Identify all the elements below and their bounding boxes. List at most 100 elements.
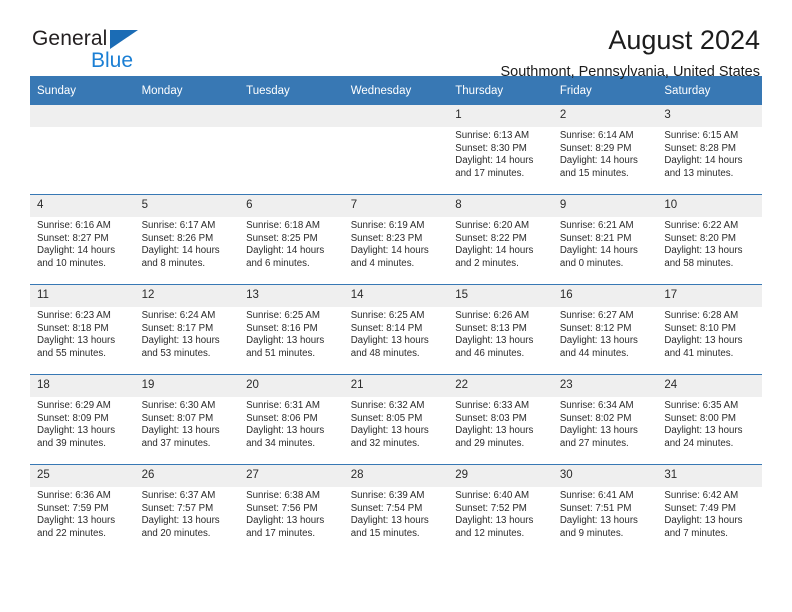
calendar-day-cell[interactable]: 1 Sunrise: 6:13 AM Sunset: 8:30 PM Daylight…: [448, 105, 553, 195]
calendar-day-cell[interactable]: 2 Sunrise: 6:14 AM Sunset: 8:29 PM Daylight…: [552, 105, 658, 195]
calendar-day-cell[interactable]: 16 Sunrise: 6:27 AM Sunset: 8:12 PM Dayligh…: [552, 284, 658, 375]
daylight-duration-line1: Daylight: 13 hours: [664, 425, 743, 437]
calendar-week-row: 11 Sunrise: 6:23 AM Sunset: 8:18 PM Dayligh…: [30, 284, 762, 375]
calendar-day-cell[interactable]: 3 Sunrise: 6:15 AM Sunset: 8:28 PM Daylight…: [657, 105, 762, 195]
calendar-day-cell[interactable]: 19 Sunrise: 6:30 AM Sunset: 8:07 PM Dayligh…: [134, 374, 240, 465]
day-sun-info: Sunrise: 6:34 AM Sunset: 8:02 PM Daylight:…: [553, 397, 658, 450]
sunset-time: Sunset: 8:07 PM: [141, 412, 214, 424]
calendar-day-cell[interactable]: 18 Sunrise: 6:29 AM Sunset: 8:09 PM Dayligh…: [30, 374, 135, 465]
sunrise-time: Sunrise: 6:38 AM: [246, 490, 320, 501]
day-sun-info: Sunrise: 6:16 AM Sunset: 8:27 PM Daylight:…: [30, 217, 135, 270]
sunset-time: Sunset: 8:05 PM: [350, 412, 423, 424]
calendar-day-cell[interactable]: 6 Sunrise: 6:18 AM Sunset: 8:25 PM Daylight…: [239, 194, 344, 285]
sunrise-time: Sunrise: 6:28 AM: [664, 310, 739, 321]
calendar-day-cell[interactable]: 8 Sunrise: 6:20 AM Sunset: 8:22 PM Daylight…: [448, 194, 553, 285]
calendar-day-cell[interactable]: 31 Sunrise: 6:42 AM Sunset: 7:49 PM Dayligh…: [657, 464, 762, 554]
day-number: 29: [448, 465, 553, 487]
sunrise-time: Sunrise: 6:20 AM: [455, 220, 530, 231]
calendar-day-cell[interactable]: 9 Sunrise: 6:21 AM Sunset: 8:21 PM Daylight…: [552, 194, 658, 285]
sunset-time: Sunset: 8:21 PM: [559, 232, 632, 244]
daylight-duration-line2: and 10 minutes.: [37, 257, 106, 269]
general-blue-logo[interactable]: General Blue: [32, 28, 182, 76]
daylight-duration-line1: Daylight: 14 hours: [559, 245, 638, 257]
daylight-duration-line1: Daylight: 13 hours: [455, 425, 534, 437]
day-sun-info: Sunrise: 6:13 AM Sunset: 8:30 PM Daylight:…: [448, 127, 553, 180]
calendar-day-cell[interactable]: 25 Sunrise: 6:36 AM Sunset: 7:59 PM Dayligh…: [30, 464, 135, 554]
calendar-day-cell[interactable]: 12 Sunrise: 6:24 AM Sunset: 8:17 PM Dayligh…: [134, 284, 240, 375]
day-number: 18: [30, 375, 135, 397]
sunrise-time: Sunrise: 6:36 AM: [37, 490, 111, 501]
calendar-day-cell[interactable]: 29 Sunrise: 6:40 AM Sunset: 7:52 PM Dayligh…: [448, 464, 553, 554]
logo-text-general: General: [32, 28, 182, 49]
day-number: 17: [657, 285, 762, 307]
day-sun-info: Sunrise: 6:24 AM Sunset: 8:17 PM Daylight:…: [135, 307, 240, 360]
calendar-day-cell[interactable]: 4 Sunrise: 6:16 AM Sunset: 8:27 PM Daylight…: [30, 194, 135, 285]
daylight-duration-line1: Daylight: 13 hours: [559, 335, 638, 347]
daylight-duration-line2: and 51 minutes.: [246, 347, 316, 359]
calendar-day-cell[interactable]: 14 Sunrise: 6:25 AM Sunset: 8:14 PM Dayligh…: [343, 284, 449, 375]
calendar-day-cell[interactable]: 17 Sunrise: 6:28 AM Sunset: 8:10 PM Dayligh…: [657, 284, 762, 375]
daylight-duration-line2: and 17 minutes.: [246, 527, 316, 539]
calendar-day-cell[interactable]: 22 Sunrise: 6:33 AM Sunset: 8:03 PM Dayligh…: [448, 374, 553, 465]
calendar-day-cell[interactable]: 20 Sunrise: 6:31 AM Sunset: 8:06 PM Dayligh…: [239, 374, 344, 465]
day-sun-info: Sunrise: 6:31 AM Sunset: 8:06 PM Daylight:…: [239, 397, 344, 450]
daylight-duration-line2: and 20 minutes.: [141, 527, 211, 539]
sunset-time: Sunset: 8:02 PM: [559, 412, 632, 424]
sunrise-time: Sunrise: 6:29 AM: [37, 400, 111, 411]
day-number: 7: [343, 195, 449, 217]
sunrise-time: Sunrise: 6:23 AM: [37, 310, 111, 321]
sunrise-time: Sunrise: 6:13 AM: [455, 130, 530, 141]
day-sun-info: Sunrise: 6:39 AM Sunset: 7:54 PM Daylight:…: [344, 487, 449, 540]
calendar-day-cell[interactable]: 11 Sunrise: 6:23 AM Sunset: 8:18 PM Dayligh…: [30, 284, 135, 375]
daylight-duration-line1: Daylight: 14 hours: [37, 245, 116, 257]
daylight-duration-line1: Daylight: 13 hours: [37, 425, 116, 437]
daylight-duration-line2: and 7 minutes.: [664, 527, 728, 539]
day-number: 26: [134, 465, 240, 487]
sunrise-time: Sunrise: 6:35 AM: [664, 400, 739, 411]
calendar-day-cell[interactable]: 21 Sunrise: 6:32 AM Sunset: 8:05 PM Dayligh…: [343, 374, 449, 465]
calendar-day-cell[interactable]: 24 Sunrise: 6:35 AM Sunset: 8:00 PM Dayligh…: [657, 374, 762, 465]
day-number: 24: [657, 375, 762, 397]
sunrise-time: Sunrise: 6:25 AM: [350, 310, 425, 321]
title-block: August 2024 Southmont, Pennsylvania, Uni…: [500, 24, 760, 82]
day-number: 21: [343, 375, 449, 397]
calendar-day-cell[interactable]: 15 Sunrise: 6:26 AM Sunset: 8:13 PM Dayligh…: [448, 284, 553, 375]
sunrise-time: Sunrise: 6:40 AM: [455, 490, 530, 501]
day-number: 28: [343, 465, 449, 487]
calendar-day-cell[interactable]: 10 Sunrise: 6:22 AM Sunset: 8:20 PM Dayligh…: [657, 194, 762, 285]
sunrise-time: Sunrise: 6:17 AM: [141, 220, 216, 231]
day-number: 27: [239, 465, 344, 487]
calendar-day-cell[interactable]: 30 Sunrise: 6:41 AM Sunset: 7:51 PM Dayligh…: [552, 464, 658, 554]
sunrise-time: Sunrise: 6:21 AM: [559, 220, 634, 231]
sunset-time: Sunset: 8:14 PM: [350, 322, 423, 334]
sunrise-time: Sunrise: 6:26 AM: [455, 310, 530, 321]
day-sun-info: Sunrise: 6:25 AM Sunset: 8:14 PM Daylight:…: [344, 307, 449, 360]
day-sun-info: Sunrise: 6:30 AM Sunset: 8:07 PM Daylight:…: [135, 397, 240, 450]
calendar-day-cell[interactable]: 5 Sunrise: 6:17 AM Sunset: 8:26 PM Daylight…: [134, 194, 240, 285]
day-number: 12: [134, 285, 240, 307]
daylight-duration-line1: Daylight: 13 hours: [455, 335, 534, 347]
calendar-day-cell[interactable]: 7 Sunrise: 6:19 AM Sunset: 8:23 PM Daylight…: [343, 194, 449, 285]
daylight-duration-line2: and 6 minutes.: [246, 257, 310, 269]
sunset-time: Sunset: 8:30 PM: [455, 142, 527, 154]
sunset-time: Sunset: 8:27 PM: [37, 232, 109, 244]
daylight-duration-line2: and 2 minutes.: [455, 257, 519, 269]
day-number: 5: [134, 195, 240, 217]
daylight-duration-line1: Daylight: 13 hours: [559, 515, 638, 527]
sunset-time: Sunset: 8:13 PM: [455, 322, 527, 334]
day-number: [134, 105, 240, 127]
day-number: 16: [552, 285, 658, 307]
daylight-duration-line2: and 37 minutes.: [141, 437, 211, 449]
calendar-day-cell[interactable]: 26 Sunrise: 6:37 AM Sunset: 7:57 PM Dayligh…: [134, 464, 240, 554]
day-sun-info: Sunrise: 6:35 AM Sunset: 8:00 PM Daylight:…: [657, 397, 762, 450]
day-number: 9: [552, 195, 658, 217]
calendar-day-cell[interactable]: 28 Sunrise: 6:39 AM Sunset: 7:54 PM Dayligh…: [343, 464, 449, 554]
calendar-day-cell[interactable]: 23 Sunrise: 6:34 AM Sunset: 8:02 PM Dayligh…: [552, 374, 658, 465]
calendar-day-cell[interactable]: 27 Sunrise: 6:38 AM Sunset: 7:56 PM Dayligh…: [239, 464, 344, 554]
daylight-duration-line1: Daylight: 14 hours: [455, 245, 534, 257]
sunrise-time: Sunrise: 6:22 AM: [664, 220, 739, 231]
sunset-time: Sunset: 8:20 PM: [664, 232, 736, 244]
calendar-day-cell[interactable]: 13 Sunrise: 6:25 AM Sunset: 8:16 PM Dayligh…: [239, 284, 344, 375]
daylight-duration-line2: and 22 minutes.: [37, 527, 106, 539]
daylight-duration-line2: and 12 minutes.: [455, 527, 525, 539]
